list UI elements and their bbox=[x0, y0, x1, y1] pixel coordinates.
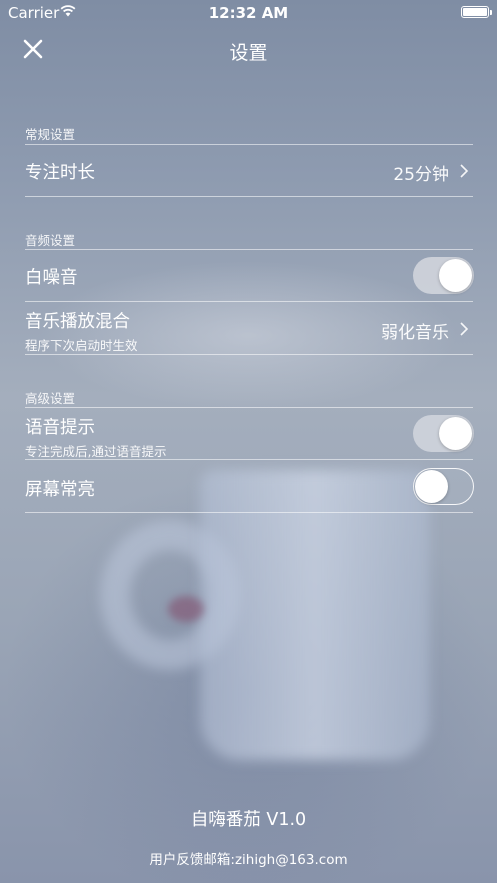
row-label: 专注时长 bbox=[25, 163, 95, 183]
divider bbox=[25, 196, 473, 197]
row-label: 音乐播放混合 bbox=[25, 312, 130, 332]
row-subtitle: 专注完成后,通过语音提示 bbox=[25, 444, 167, 459]
chevron-right-icon bbox=[460, 164, 469, 178]
status-bar: Carrier 12:32 AM bbox=[0, 0, 497, 26]
row-music-mix[interactable]: 音乐播放混合 程序下次启动时生效 弱化音乐 bbox=[0, 302, 497, 354]
section-header-advanced: 高级设置 bbox=[25, 391, 76, 406]
section-header-general: 常规设置 bbox=[25, 127, 76, 142]
voice-prompt-toggle[interactable] bbox=[413, 415, 474, 452]
white-noise-toggle[interactable] bbox=[413, 257, 474, 294]
section-header-audio: 音频设置 bbox=[25, 233, 76, 248]
screen-always-on-toggle[interactable] bbox=[413, 468, 474, 505]
toggle-knob bbox=[439, 259, 472, 292]
row-label: 语音提示 bbox=[25, 418, 95, 438]
chevron-right-icon bbox=[460, 322, 469, 336]
battery-icon bbox=[461, 6, 492, 18]
row-subtitle: 程序下次启动时生效 bbox=[25, 338, 138, 353]
divider bbox=[25, 354, 473, 355]
navigation-bar: 设置 bbox=[0, 28, 497, 72]
row-voice-prompt: 语音提示 专注完成后,通过语音提示 bbox=[0, 408, 497, 459]
row-label: 屏幕常亮 bbox=[25, 480, 95, 500]
page-title: 设置 bbox=[229, 42, 268, 64]
row-label: 白噪音 bbox=[25, 268, 78, 288]
status-time: 12:32 AM bbox=[208, 4, 289, 22]
mug-stain-shape bbox=[168, 596, 204, 622]
row-focus-duration[interactable]: 专注时长 25分钟 bbox=[0, 145, 497, 196]
mug-shape bbox=[200, 470, 430, 760]
row-screen-always-on: 屏幕常亮 bbox=[0, 460, 497, 512]
divider bbox=[25, 512, 473, 513]
toggle-knob bbox=[439, 417, 472, 450]
music-mix-value: 弱化音乐 bbox=[381, 323, 449, 343]
feedback-email: 用户反馈邮箱:zihigh@163.com bbox=[149, 852, 348, 868]
app-version: 自嗨番茄 V1.0 bbox=[190, 810, 307, 830]
toggle-knob bbox=[415, 469, 448, 503]
row-white-noise: 白噪音 bbox=[0, 250, 497, 301]
focus-duration-value: 25分钟 bbox=[393, 165, 449, 185]
